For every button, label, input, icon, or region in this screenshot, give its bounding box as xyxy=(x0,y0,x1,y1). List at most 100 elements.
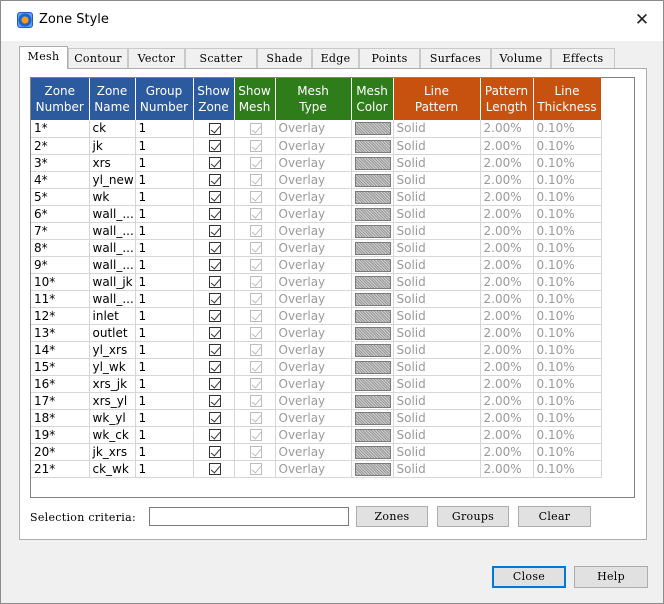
line-pattern-cell[interactable]: Solid xyxy=(393,358,481,376)
show-mesh-checkbox[interactable] xyxy=(250,157,262,169)
zone-name-cell[interactable]: outlet xyxy=(89,324,136,342)
line-thickness-cell[interactable]: 0.10% xyxy=(533,205,602,223)
show-zone-checkbox[interactable] xyxy=(209,310,221,322)
mesh-color-swatch[interactable] xyxy=(354,224,391,238)
mesh-color-cell[interactable] xyxy=(351,409,394,427)
tab-scatter[interactable]: Scatter xyxy=(185,48,257,68)
table-row[interactable]: 2* jk 1 Overlay Solid 2.00% 0.10% xyxy=(31,137,602,155)
mesh-type-cell[interactable]: Overlay xyxy=(275,137,352,155)
line-thickness-cell[interactable]: 0.10% xyxy=(533,375,602,393)
line-thickness-cell[interactable]: 0.10% xyxy=(533,273,602,291)
pattern-length-cell[interactable]: 2.00% xyxy=(480,273,534,291)
show-zone-cell[interactable] xyxy=(193,137,235,155)
show-mesh-checkbox[interactable] xyxy=(250,395,262,407)
mesh-type-cell[interactable]: Overlay xyxy=(275,188,352,206)
show-mesh-checkbox[interactable] xyxy=(250,327,262,339)
pattern-length-cell[interactable]: 2.00% xyxy=(480,358,534,376)
group-number-cell[interactable]: 1 xyxy=(135,460,194,478)
zone-name-cell[interactable]: inlet xyxy=(89,307,136,325)
mesh-color-cell[interactable] xyxy=(351,426,394,444)
show-zone-checkbox[interactable] xyxy=(209,174,221,186)
group-number-cell[interactable]: 1 xyxy=(135,307,194,325)
group-number-cell[interactable]: 1 xyxy=(135,426,194,444)
zone-name-cell[interactable]: xrs_jk xyxy=(89,375,136,393)
mesh-type-cell[interactable]: Overlay xyxy=(275,324,352,342)
show-mesh-cell[interactable] xyxy=(234,239,276,257)
show-mesh-cell[interactable] xyxy=(234,426,276,444)
table-row[interactable]: 21* ck_wk 1 Overlay Solid 2.00% 0.10% xyxy=(31,460,602,478)
zone-number-cell[interactable]: 14* xyxy=(31,341,90,359)
line-pattern-cell[interactable]: Solid xyxy=(393,171,481,189)
zone-name-cell[interactable]: ck xyxy=(89,120,136,138)
line-pattern-cell[interactable]: Solid xyxy=(393,120,481,138)
col-pattern-length[interactable]: Pattern Length xyxy=(480,78,534,120)
mesh-color-cell[interactable] xyxy=(351,171,394,189)
mesh-color-swatch[interactable] xyxy=(354,360,391,374)
zone-number-cell[interactable]: 4* xyxy=(31,171,90,189)
show-mesh-checkbox[interactable] xyxy=(250,378,262,390)
line-pattern-cell[interactable]: Solid xyxy=(393,443,481,461)
show-mesh-cell[interactable] xyxy=(234,171,276,189)
zone-number-cell[interactable]: 20* xyxy=(31,443,90,461)
mesh-color-swatch[interactable] xyxy=(354,258,391,272)
line-pattern-cell[interactable]: Solid xyxy=(393,375,481,393)
group-number-cell[interactable]: 1 xyxy=(135,324,194,342)
line-thickness-cell[interactable]: 0.10% xyxy=(533,222,602,240)
col-show-mesh[interactable]: Show Mesh xyxy=(234,78,276,120)
tab-mesh[interactable]: Mesh xyxy=(19,46,68,69)
close-button[interactable]: Close xyxy=(492,566,566,588)
col-group-number[interactable]: Group Number xyxy=(135,78,194,120)
table-row[interactable]: 12* inlet 1 Overlay Solid 2.00% 0.10% xyxy=(31,307,602,325)
show-zone-checkbox[interactable] xyxy=(209,140,221,152)
tab-contour[interactable]: Contour xyxy=(68,48,128,68)
pattern-length-cell[interactable]: 2.00% xyxy=(480,290,534,308)
show-zone-checkbox[interactable] xyxy=(209,463,221,475)
mesh-type-cell[interactable]: Overlay xyxy=(275,341,352,359)
zone-number-cell[interactable]: 15* xyxy=(31,358,90,376)
show-mesh-checkbox[interactable] xyxy=(250,344,262,356)
line-thickness-cell[interactable]: 0.10% xyxy=(533,256,602,274)
mesh-color-swatch[interactable] xyxy=(354,309,391,323)
show-mesh-checkbox[interactable] xyxy=(250,140,262,152)
show-mesh-checkbox[interactable] xyxy=(250,429,262,441)
show-mesh-cell[interactable] xyxy=(234,154,276,172)
group-number-cell[interactable]: 1 xyxy=(135,341,194,359)
mesh-type-cell[interactable]: Overlay xyxy=(275,290,352,308)
table-row[interactable]: 20* jk_xrs 1 Overlay Solid 2.00% 0.10% xyxy=(31,443,602,461)
line-pattern-cell[interactable]: Solid xyxy=(393,392,481,410)
zone-number-cell[interactable]: 5* xyxy=(31,188,90,206)
show-mesh-cell[interactable] xyxy=(234,307,276,325)
group-number-cell[interactable]: 1 xyxy=(135,375,194,393)
table-row[interactable]: 7* wall_... 1 Overlay Solid 2.00% 0.10% xyxy=(31,222,602,240)
zone-name-cell[interactable]: yl_wk xyxy=(89,358,136,376)
line-thickness-cell[interactable]: 0.10% xyxy=(533,154,602,172)
show-mesh-cell[interactable] xyxy=(234,409,276,427)
show-zone-checkbox[interactable] xyxy=(209,191,221,203)
show-zone-cell[interactable] xyxy=(193,409,235,427)
pattern-length-cell[interactable]: 2.00% xyxy=(480,120,534,138)
line-thickness-cell[interactable]: 0.10% xyxy=(533,171,602,189)
line-thickness-cell[interactable]: 0.10% xyxy=(533,137,602,155)
show-mesh-checkbox[interactable] xyxy=(250,259,262,271)
table-row[interactable]: 15* yl_wk 1 Overlay Solid 2.00% 0.10% xyxy=(31,358,602,376)
pattern-length-cell[interactable]: 2.00% xyxy=(480,392,534,410)
show-zone-checkbox[interactable] xyxy=(209,446,221,458)
table-row[interactable]: 14* yl_xrs 1 Overlay Solid 2.00% 0.10% xyxy=(31,341,602,359)
show-mesh-cell[interactable] xyxy=(234,273,276,291)
pattern-length-cell[interactable]: 2.00% xyxy=(480,426,534,444)
mesh-color-cell[interactable] xyxy=(351,222,394,240)
show-mesh-cell[interactable] xyxy=(234,188,276,206)
mesh-color-swatch[interactable] xyxy=(354,156,391,170)
show-mesh-cell[interactable] xyxy=(234,256,276,274)
line-thickness-cell[interactable]: 0.10% xyxy=(533,392,602,410)
show-zone-checkbox[interactable] xyxy=(209,293,221,305)
col-mesh-color[interactable]: Mesh Color xyxy=(351,78,394,120)
zone-number-cell[interactable]: 9* xyxy=(31,256,90,274)
group-number-cell[interactable]: 1 xyxy=(135,239,194,257)
line-pattern-cell[interactable]: Solid xyxy=(393,460,481,478)
mesh-type-cell[interactable]: Overlay xyxy=(275,154,352,172)
col-mesh-type[interactable]: Mesh Type xyxy=(275,78,352,120)
line-thickness-cell[interactable]: 0.10% xyxy=(533,443,602,461)
table-row[interactable]: 19* wk_ck 1 Overlay Solid 2.00% 0.10% xyxy=(31,426,602,444)
mesh-type-cell[interactable]: Overlay xyxy=(275,392,352,410)
